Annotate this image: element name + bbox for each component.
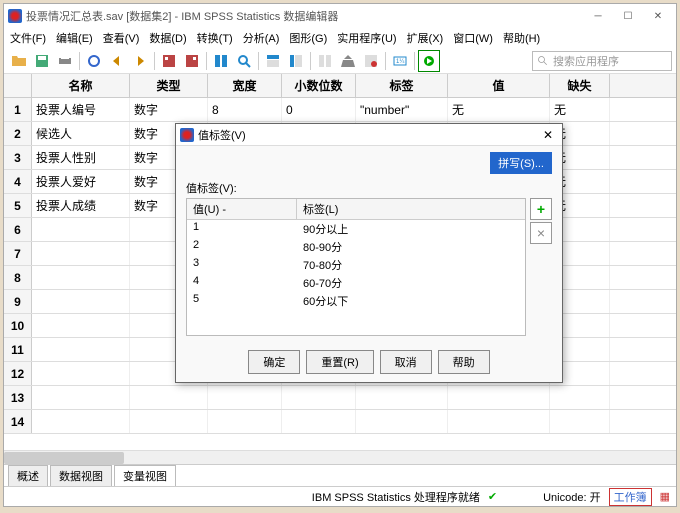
dialog-close-button[interactable]: ✕ bbox=[538, 128, 558, 142]
menubar: 文件(F) 编辑(E) 查看(V) 数据(D) 转换(T) 分析(A) 图形(G… bbox=[4, 28, 676, 48]
col-missing[interactable]: 缺失 bbox=[550, 74, 610, 97]
value-labels-dialog: 值标签(V) ✕ 拼写(S)... 值标签(V): 值(U) - 标签(L) 1… bbox=[175, 123, 563, 383]
recall-icon[interactable] bbox=[83, 50, 105, 72]
run-icon[interactable] bbox=[418, 50, 440, 72]
menu-transform[interactable]: 转换(T) bbox=[193, 28, 237, 48]
status-unicode: Unicode: 开 bbox=[543, 489, 600, 505]
window-controls: ─ ☐ ✕ bbox=[584, 7, 672, 25]
list-label: 值标签(V): bbox=[186, 180, 552, 196]
value-labels-list[interactable]: 值(U) - 标签(L) 190分以上280-90分370-80分460-70分… bbox=[186, 198, 526, 336]
menu-help[interactable]: 帮助(H) bbox=[499, 28, 544, 48]
app-icon bbox=[8, 9, 22, 23]
dialog-title: 值标签(V) bbox=[198, 127, 246, 143]
list-item[interactable]: 280-90分 bbox=[187, 238, 525, 256]
tab-variable-view[interactable]: 变量视图 bbox=[114, 465, 176, 486]
table-row[interactable]: 13 bbox=[4, 386, 676, 410]
list-item[interactable]: 460-70分 bbox=[187, 274, 525, 292]
list-item[interactable]: 560分以下 bbox=[187, 292, 525, 310]
status-text: IBM SPSS Statistics 处理程序就绪 bbox=[312, 489, 480, 505]
redo-icon[interactable] bbox=[129, 50, 151, 72]
goto-var-icon[interactable] bbox=[181, 50, 203, 72]
minimize-button[interactable]: ─ bbox=[584, 7, 612, 25]
col-decimals[interactable]: 小数位数 bbox=[282, 74, 356, 97]
list-header-label[interactable]: 标签(L) bbox=[297, 199, 344, 219]
status-ready-icon: ✔ bbox=[488, 490, 497, 503]
search-icon bbox=[537, 55, 549, 67]
statusbar: IBM SPSS Statistics 处理程序就绪 ✔ Unicode: 开 … bbox=[4, 486, 676, 506]
find-icon[interactable] bbox=[233, 50, 255, 72]
bottom-tabs: 概述 数据视图 变量视图 bbox=[4, 464, 676, 486]
search-input[interactable]: 搜索应用程序 bbox=[532, 51, 672, 71]
col-width[interactable]: 宽度 bbox=[208, 74, 282, 97]
menu-file[interactable]: 文件(F) bbox=[6, 28, 50, 48]
delete-button[interactable]: × bbox=[530, 222, 552, 244]
menu-view[interactable]: 查看(V) bbox=[99, 28, 144, 48]
spell-button[interactable]: 拼写(S)... bbox=[490, 152, 552, 174]
menu-extensions[interactable]: 扩展(X) bbox=[403, 28, 448, 48]
variables-icon[interactable] bbox=[210, 50, 232, 72]
titlebar: 投票情况汇总表.sav [数据集2] - IBM SPSS Statistics… bbox=[4, 4, 676, 28]
weight-icon[interactable] bbox=[337, 50, 359, 72]
goto-icon[interactable] bbox=[158, 50, 180, 72]
list-item[interactable]: 190分以上 bbox=[187, 220, 525, 238]
window-title: 投票情况汇总表.sav [数据集2] - IBM SPSS Statistics… bbox=[26, 8, 338, 24]
list-header-value[interactable]: 值(U) - bbox=[187, 199, 297, 219]
select-icon[interactable] bbox=[360, 50, 382, 72]
grid-header: 名称 类型 宽度 小数位数 标签 值 缺失 bbox=[4, 74, 676, 98]
tab-overview[interactable]: 概述 bbox=[8, 465, 48, 486]
tab-data-view[interactable]: 数据视图 bbox=[50, 465, 112, 486]
menu-edit[interactable]: 编辑(E) bbox=[52, 28, 97, 48]
cancel-button[interactable]: 取消 bbox=[380, 350, 432, 374]
ok-button[interactable]: 确定 bbox=[248, 350, 300, 374]
menu-utilities[interactable]: 实用程序(U) bbox=[333, 28, 400, 48]
menu-analyze[interactable]: 分析(A) bbox=[239, 28, 284, 48]
insert-case-icon[interactable] bbox=[262, 50, 284, 72]
dialog-titlebar: 值标签(V) ✕ bbox=[176, 124, 562, 146]
list-item[interactable]: 370-80分 bbox=[187, 256, 525, 274]
menu-data[interactable]: 数据(D) bbox=[145, 28, 190, 48]
value-labels-icon[interactable]: 1¼ bbox=[389, 50, 411, 72]
insert-var-icon[interactable] bbox=[285, 50, 307, 72]
table-row[interactable]: 1 投票人编号 数字 8 0 "number" 无 无 bbox=[4, 98, 676, 122]
svg-text:1¼: 1¼ bbox=[396, 59, 405, 65]
menu-window[interactable]: 窗口(W) bbox=[449, 28, 497, 48]
save-icon[interactable] bbox=[31, 50, 53, 72]
print-icon[interactable] bbox=[54, 50, 76, 72]
table-row[interactable]: 14 bbox=[4, 410, 676, 434]
menu-graphs[interactable]: 图形(G) bbox=[285, 28, 331, 48]
horizontal-scrollbar[interactable] bbox=[4, 450, 676, 464]
dialog-icon bbox=[180, 128, 194, 142]
toolbar: 1¼ 搜索应用程序 bbox=[4, 48, 676, 74]
split-icon[interactable] bbox=[314, 50, 336, 72]
undo-icon[interactable] bbox=[106, 50, 128, 72]
reset-button[interactable]: 重置(R) bbox=[306, 350, 373, 374]
open-icon[interactable] bbox=[8, 50, 30, 72]
col-name[interactable]: 名称 bbox=[32, 74, 130, 97]
maximize-button[interactable]: ☐ bbox=[614, 7, 642, 25]
help-button[interactable]: 帮助 bbox=[438, 350, 490, 374]
col-values[interactable]: 值 bbox=[448, 74, 550, 97]
col-label[interactable]: 标签 bbox=[356, 74, 448, 97]
status-mode: 工作簿 bbox=[609, 488, 652, 506]
close-button[interactable]: ✕ bbox=[644, 7, 672, 25]
col-type[interactable]: 类型 bbox=[130, 74, 208, 97]
add-button[interactable]: + bbox=[530, 198, 552, 220]
status-workbook-icon: ▦ bbox=[660, 490, 670, 503]
